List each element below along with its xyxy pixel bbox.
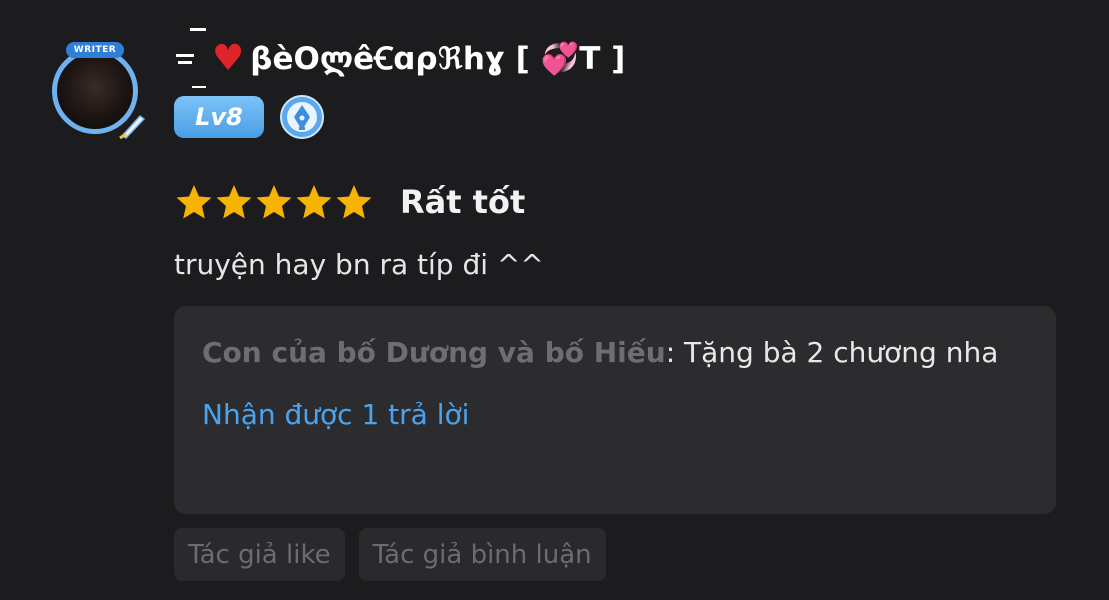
- star-icon: [216, 185, 252, 219]
- rating-label: Rất tốt: [400, 183, 526, 221]
- reply-count-link[interactable]: Nhận được 1 trả lời: [202, 398, 469, 431]
- star-rating: [174, 182, 374, 222]
- decoration-lines-icon: [176, 28, 206, 88]
- comment-text: truyện hay bn ra típ đi ^^: [174, 248, 544, 281]
- user-avatar[interactable]: WRITER: [44, 40, 148, 140]
- username[interactable]: ♥ βèΟლêꞒɑρℜhɣ [ 💞T ]: [176, 28, 625, 88]
- author-like-tag: Tác giả like: [174, 528, 345, 581]
- reply-separator: :: [665, 336, 685, 369]
- star-icon: [256, 185, 292, 219]
- reply-box[interactable]: Con của bố Dương và bố Hiếu: Tặng bà 2 c…: [174, 306, 1056, 514]
- reply-author[interactable]: Con của bố Dương và bố Hiếu: [202, 336, 666, 369]
- star-icon: [336, 185, 372, 219]
- author-comment-tag: Tác giả bình luận: [358, 528, 606, 581]
- star-icon: [296, 185, 332, 219]
- author-tags: Tác giả like Tác giả bình luận: [174, 528, 620, 581]
- username-text: βèΟლêꞒɑρℜhɣ [ 💞T ]: [250, 41, 626, 77]
- red-heart-icon: ♥: [212, 37, 245, 79]
- level-badge: Lv8: [174, 96, 264, 138]
- star-icon: [176, 185, 212, 219]
- writer-avatar-badge: WRITER: [66, 42, 124, 58]
- pen-nib-icon[interactable]: [279, 94, 325, 140]
- reply-preview: Con của bố Dương và bố Hiếu: Tặng bà 2 c…: [202, 336, 998, 369]
- user-badges: Lv8: [174, 94, 325, 140]
- rating-row: Rất tốt: [174, 182, 525, 222]
- reply-text: Tặng bà 2 chương nha: [684, 336, 999, 369]
- quill-icon: [119, 114, 146, 140]
